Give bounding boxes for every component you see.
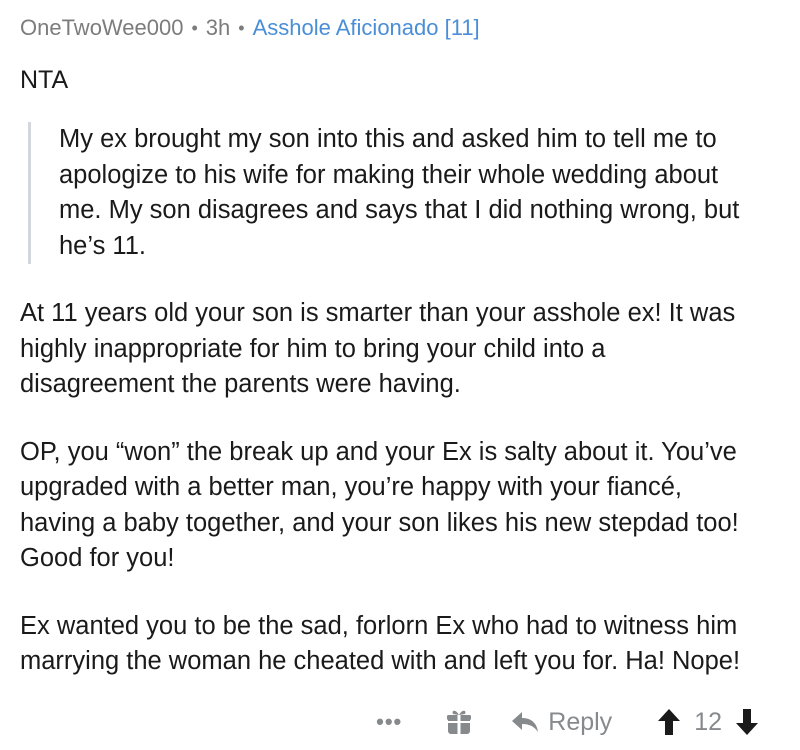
comment-actions: ••• Reply 12: [376, 702, 760, 742]
comment-age: 3h: [205, 15, 231, 40]
quote-text: My ex brought my son into this and asked…: [59, 125, 740, 260]
comment: OneTwoWee000 • 3h • Asshole Aficionado […: [20, 10, 780, 680]
reply-icon: [510, 710, 540, 734]
comment-paragraph: At 11 years old your son is smarter than…: [20, 299, 736, 398]
vote-score: 12: [694, 707, 722, 736]
more-options-button[interactable]: •••: [376, 709, 402, 735]
comment-verdict: NTA: [20, 66, 69, 94]
reply-button[interactable]: Reply: [510, 708, 612, 737]
reply-label: Reply: [548, 707, 613, 736]
downvote-icon[interactable]: [734, 707, 760, 737]
comment-paragraph: Ex wanted you to be the sad, forlorn Ex …: [20, 611, 741, 676]
upvote-icon[interactable]: [656, 707, 682, 737]
meta-separator: •: [238, 18, 245, 38]
meta-separator: •: [191, 18, 198, 38]
award-icon[interactable]: [446, 708, 472, 736]
user-flair: Asshole Aficionado [11]: [252, 15, 480, 40]
blockquote: My ex brought my son into this and asked…: [28, 122, 780, 264]
comment-meta: OneTwoWee000 • 3h • Asshole Aficionado […: [20, 10, 780, 46]
vote-controls: 12: [656, 707, 760, 737]
username[interactable]: OneTwoWee000: [20, 10, 183, 46]
comment-paragraph: OP, you “won” the break up and your Ex i…: [20, 437, 739, 573]
